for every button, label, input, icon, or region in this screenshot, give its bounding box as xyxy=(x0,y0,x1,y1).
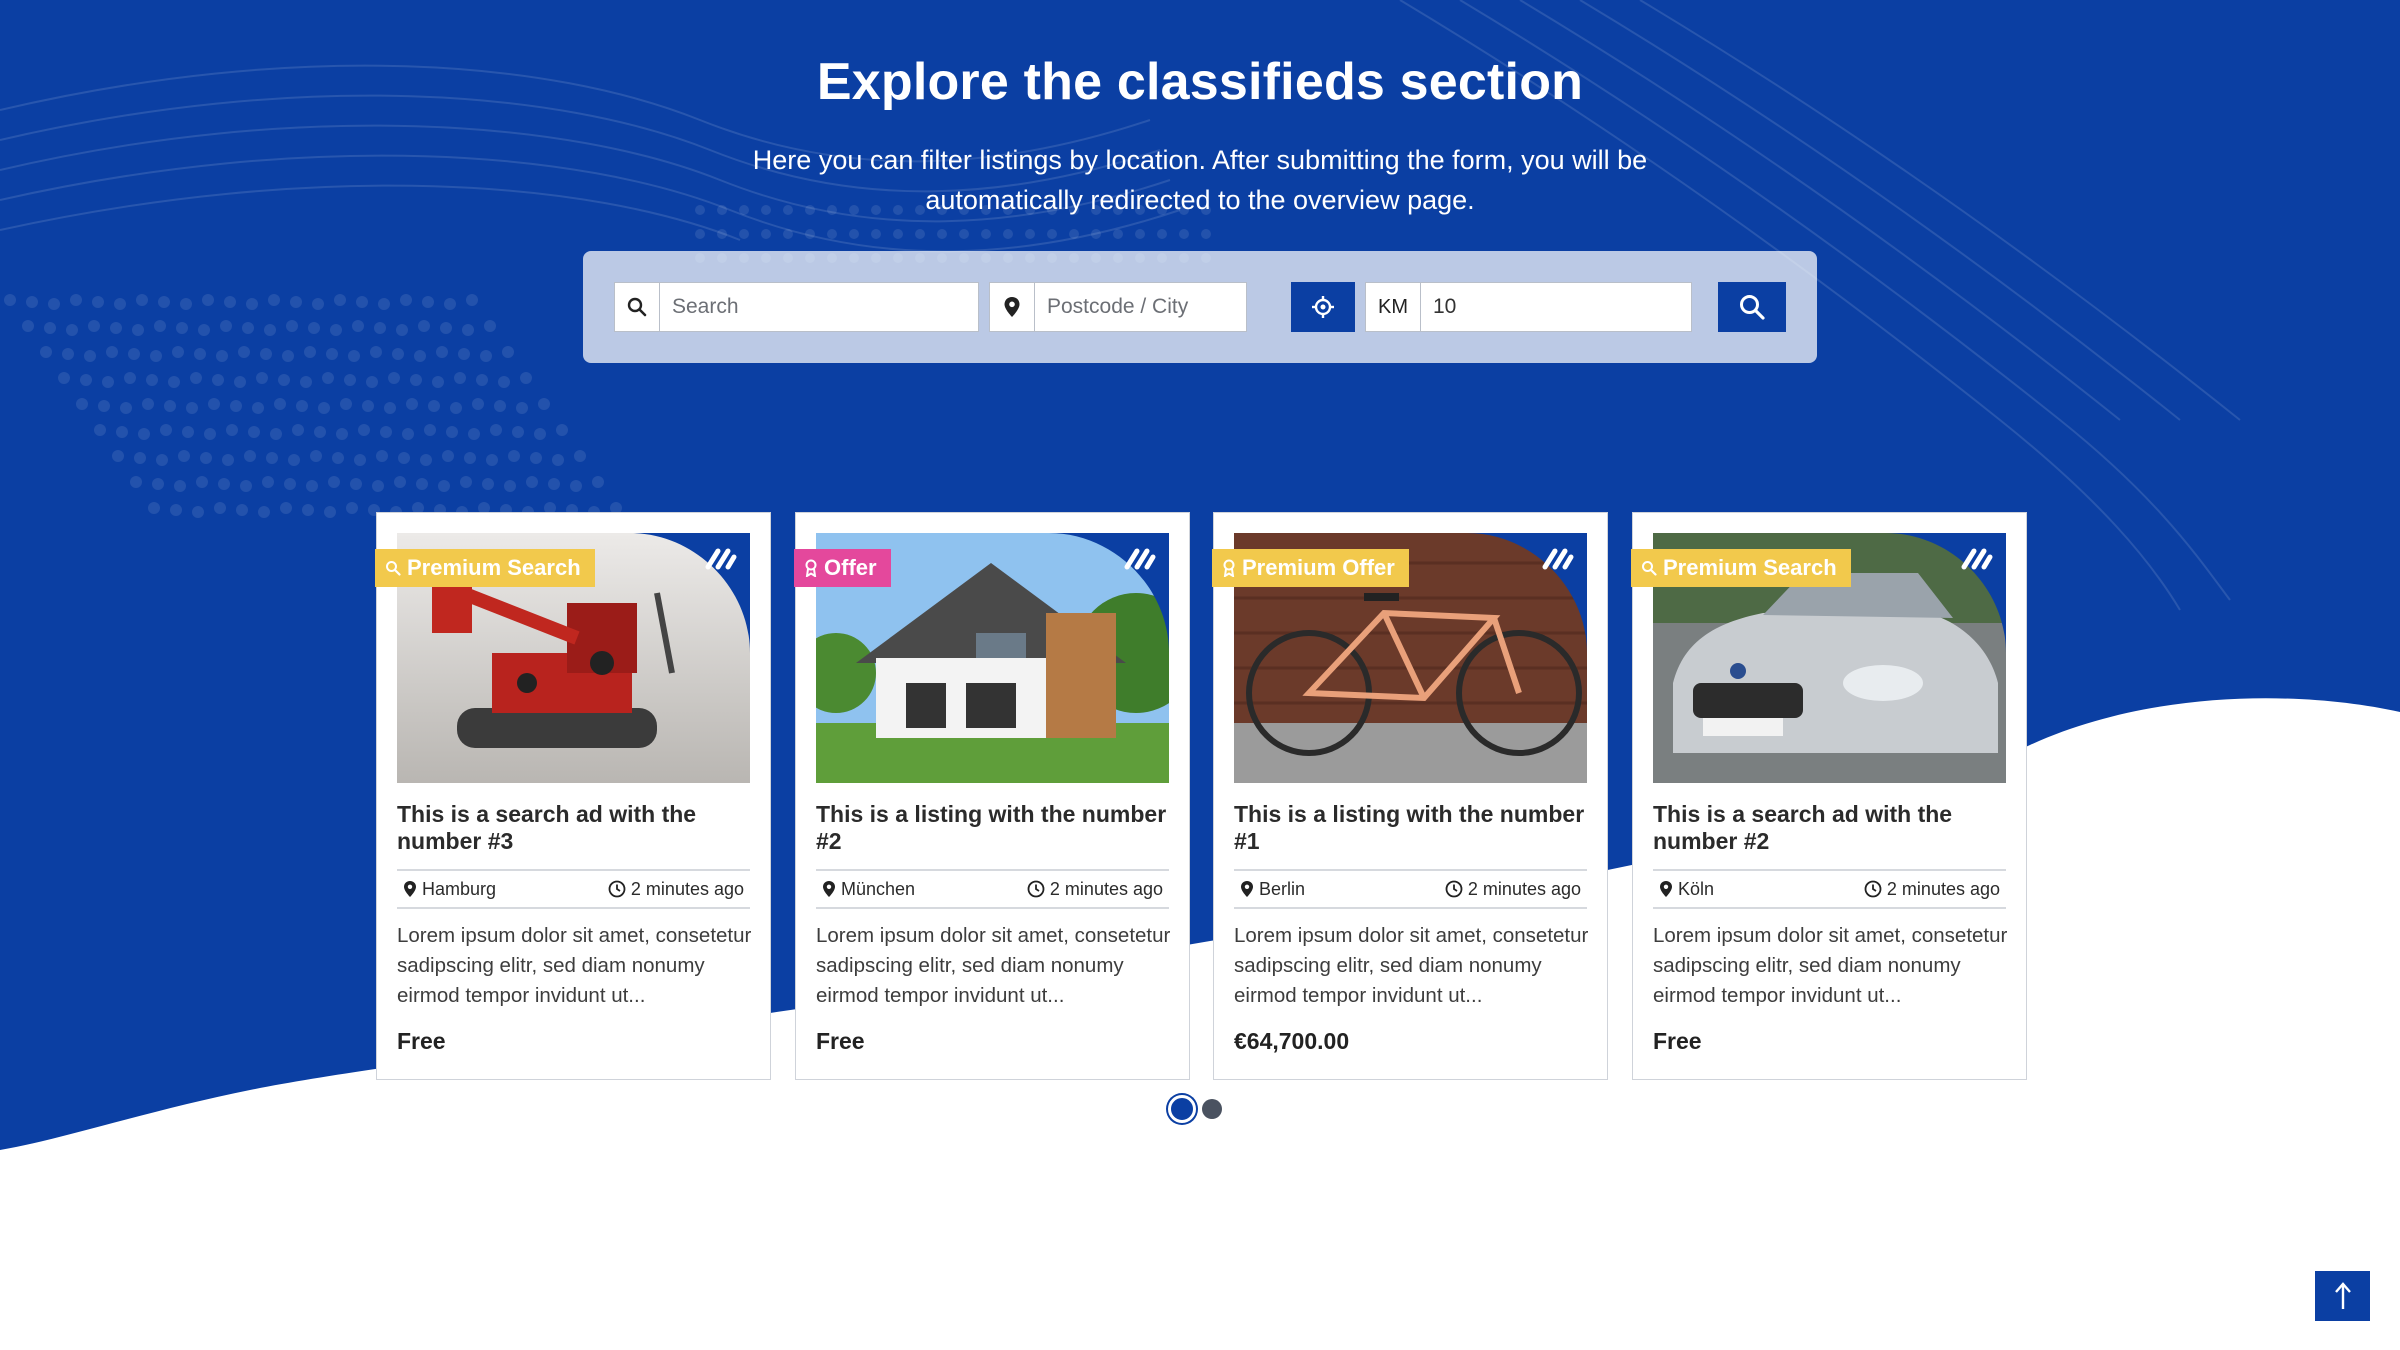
listing-card[interactable]: Premium Search This is a search ad with … xyxy=(1631,512,2027,1080)
listing-description: Lorem ipsum dolor sit amet, consetetur s… xyxy=(816,924,1171,1007)
listing-title[interactable]: This is a listing with the number #2 xyxy=(816,801,1169,855)
page-subtitle: Here you can filter listings by location… xyxy=(752,145,1648,215)
search-icon xyxy=(1642,561,1657,576)
map-pin-icon xyxy=(990,283,1035,331)
listing-time: 2 minutes ago xyxy=(1467,878,1581,899)
map-pin-icon xyxy=(1660,881,1672,897)
badge-label: Premium Search xyxy=(1663,555,1837,580)
clock-icon xyxy=(608,880,626,898)
radius-input[interactable] xyxy=(1421,283,1691,331)
search-icon xyxy=(615,283,660,331)
radius-field: KM xyxy=(1365,282,1692,332)
listing-card[interactable]: Premium Search This is a search ad with … xyxy=(375,512,771,1080)
map-pin-icon xyxy=(404,881,416,897)
crosshair-icon xyxy=(1312,296,1334,318)
search-field xyxy=(614,282,979,332)
listing-title[interactable]: This is a search ad with the number #2 xyxy=(1653,801,2006,855)
badge-label: Premium Offer xyxy=(1242,555,1395,580)
badge-label: Offer xyxy=(824,555,877,580)
locate-me-button[interactable] xyxy=(1291,282,1355,332)
search-submit-button[interactable] xyxy=(1718,282,1786,332)
listing-city: München xyxy=(841,878,916,899)
listing-price: Free xyxy=(397,1028,446,1054)
carousel-pagination xyxy=(1168,1095,1222,1123)
promo-corner-icon xyxy=(1467,533,1587,653)
listing-price: €64,700.00 xyxy=(1234,1028,1350,1054)
listing-time: 2 minutes ago xyxy=(1886,878,2000,899)
listing-description: Lorem ipsum dolor sit amet, consetetur s… xyxy=(1234,924,1589,1007)
map-pin-icon xyxy=(823,881,835,897)
listing-description: Lorem ipsum dolor sit amet, consetetur s… xyxy=(1653,924,2008,1007)
listing-price: Free xyxy=(1653,1028,1702,1054)
promo-corner-icon xyxy=(1049,533,1169,653)
badge-label: Premium Search xyxy=(407,555,581,580)
listing-badge: Premium Offer xyxy=(1212,549,1409,587)
clock-icon xyxy=(1027,880,1045,898)
location-input[interactable] xyxy=(1035,283,1246,331)
listing-meta: München 2 minutes ago xyxy=(816,869,1169,909)
carousel-dot-1[interactable] xyxy=(1168,1095,1196,1123)
map-pin-icon xyxy=(1241,881,1253,897)
listing-badge: Premium Search xyxy=(375,549,595,587)
listing-meta: Berlin 2 minutes ago xyxy=(1234,869,1587,909)
listing-city: Hamburg xyxy=(422,878,497,899)
award-icon xyxy=(1223,559,1235,577)
listing-meta: Köln 2 minutes ago xyxy=(1653,869,2006,909)
search-icon xyxy=(1740,295,1765,320)
location-field xyxy=(989,282,1247,332)
listing-badge: Premium Search xyxy=(1631,549,1851,587)
listing-meta: Hamburg 2 minutes ago xyxy=(397,869,750,909)
listing-badge: Offer xyxy=(794,549,891,587)
listing-time: 2 minutes ago xyxy=(1049,878,1163,899)
listing-card[interactable]: Premium Offer This is a listing with the… xyxy=(1212,512,1608,1080)
listing-time: 2 minutes ago xyxy=(630,878,744,899)
promo-corner-icon xyxy=(630,533,750,653)
radius-unit: KM xyxy=(1366,283,1421,331)
listing-city: Köln xyxy=(1678,878,1715,899)
arrow-up-icon xyxy=(2334,1282,2351,1309)
listing-price: Free xyxy=(816,1028,865,1054)
search-form: KM xyxy=(583,251,1817,363)
clock-icon xyxy=(1864,880,1882,898)
search-input[interactable] xyxy=(660,283,978,331)
listing-card[interactable]: Offer This is a listing with the number … xyxy=(794,512,1190,1080)
listing-title[interactable]: This is a listing with the number #1 xyxy=(1234,801,1587,855)
listing-description: Lorem ipsum dolor sit amet, consetetur s… xyxy=(397,924,752,1007)
page-title: Explore the classifieds section xyxy=(816,53,1584,111)
search-icon xyxy=(386,561,401,576)
back-to-top-button[interactable] xyxy=(2315,1271,2370,1321)
award-icon xyxy=(805,559,817,577)
listing-city: Berlin xyxy=(1259,878,1306,899)
clock-icon xyxy=(1445,880,1463,898)
carousel-dot-2[interactable] xyxy=(1202,1099,1222,1119)
promo-corner-icon xyxy=(1886,533,2006,653)
listing-title[interactable]: This is a search ad with the number #3 xyxy=(397,801,750,855)
